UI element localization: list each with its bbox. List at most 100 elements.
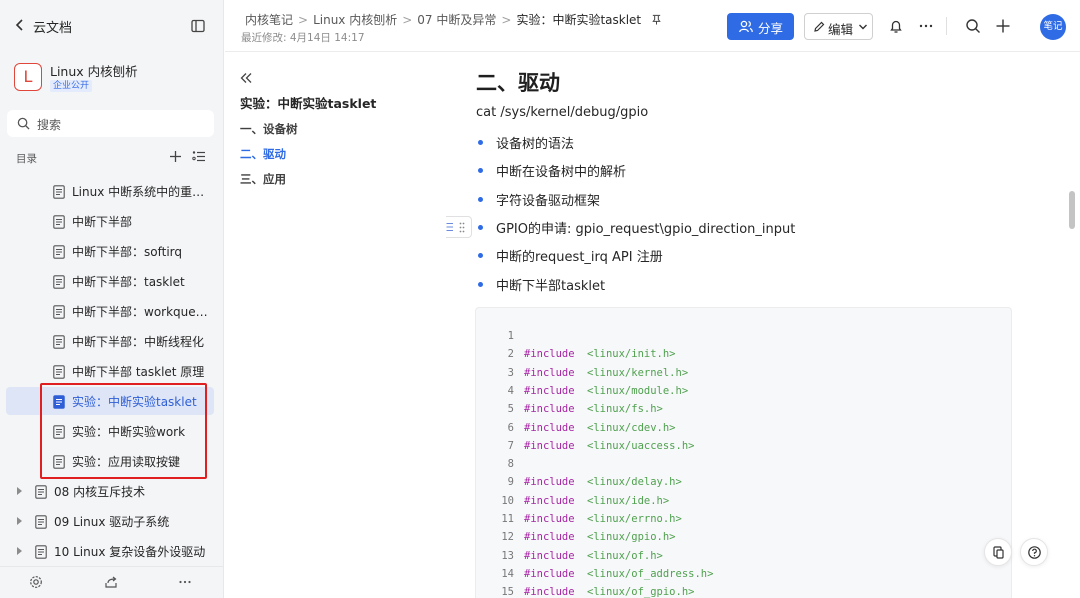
sidebar-header: 云文档 xyxy=(0,0,224,52)
code-include-path: <linux/fs.h> xyxy=(587,403,663,416)
sidebar-doc-label: 实验：应用读取按键 xyxy=(72,455,181,469)
copy-doc-button[interactable] xyxy=(984,538,1012,566)
search-input[interactable]: 搜索 xyxy=(7,110,214,137)
code-include-path: <linux/kernel.h> xyxy=(587,366,689,379)
chevron-down-icon xyxy=(859,24,867,30)
bullet-dot xyxy=(478,196,483,202)
add-doc-icon[interactable] xyxy=(169,150,182,163)
line-number: 12 xyxy=(501,531,514,544)
settings-icon[interactable] xyxy=(29,575,43,589)
outline-list-icon[interactable] xyxy=(192,150,206,163)
more-options-icon[interactable] xyxy=(918,18,934,34)
breadcrumb: 内核笔记 > Linux 内核刨析 >07 中断及异常 > 实验：中断实验tasklet xyxy=(245,11,662,28)
code-line: 13 #include <linux/of.h> xyxy=(476,550,1006,568)
breadcrumb-item[interactable]: Linux 内核刨析 xyxy=(313,13,397,27)
code-include-path: <linux/errno.h> xyxy=(587,513,682,525)
code-include-path: <linux/module.h> xyxy=(587,384,689,397)
pencil-icon xyxy=(814,21,825,32)
toc-label: 目录 xyxy=(16,153,37,165)
plus-icon[interactable] xyxy=(995,18,1011,34)
document-header: 内核笔记 > Linux 内核刨析 >07 中断及异常 > 实验：中断实验tasklet … xyxy=(225,0,1080,52)
line-number: 10 xyxy=(501,494,514,507)
expand-caret-icon[interactable] xyxy=(17,547,22,555)
outline-title[interactable]: 实验：中断实验tasklet xyxy=(240,93,376,112)
space-logo[interactable]: L xyxy=(14,63,42,91)
breadcrumb-item[interactable]: 07 中断及异常 xyxy=(417,13,496,27)
sidebar-doc-item[interactable]: 实验：应用读取按键 xyxy=(6,447,214,475)
block-handle[interactable] xyxy=(446,216,472,238)
document-copy-icon xyxy=(993,546,1004,559)
sidebar-doc-item[interactable]: 中断下半部：中断线程化 xyxy=(6,327,214,355)
code-keyword: #include xyxy=(524,421,575,434)
scrollbar-thumb[interactable] xyxy=(1069,191,1075,229)
bullet-dot xyxy=(478,281,483,287)
code-keyword: #include xyxy=(524,586,575,598)
code-line: 11 #include <linux/errno.h> xyxy=(476,513,1006,531)
line-number: 9 xyxy=(507,476,514,489)
line-number: 13 xyxy=(501,549,514,562)
expand-caret-icon[interactable] xyxy=(17,517,22,525)
sidebar-doc-item[interactable]: 实验：中断实验tasklet xyxy=(6,387,214,415)
line-number: 2 xyxy=(507,348,514,361)
drag-handle-icon[interactable] xyxy=(459,222,465,233)
cloud-docs-link[interactable]: 云文档 xyxy=(33,17,72,36)
code-include-path: <linux/of_address.h> xyxy=(587,567,714,580)
bullet-dot xyxy=(478,168,483,174)
code-line: 12 #include <linux/gpio.h> xyxy=(476,531,1006,549)
chevron-left-icon[interactable] xyxy=(12,17,28,33)
edit-button[interactable]: 编辑 xyxy=(804,13,873,40)
share-out-icon[interactable] xyxy=(104,575,118,589)
sidebar-doc-item[interactable]: 09 Linux 驱动子系统 xyxy=(6,507,214,535)
pin-icon[interactable] xyxy=(651,14,662,25)
code-include-path: <linux/uaccess.h> xyxy=(587,439,695,452)
sidebar-doc-item[interactable]: 中断下半部 xyxy=(6,207,214,235)
space-name[interactable]: Linux 内核刨析 xyxy=(50,61,138,80)
code-keyword: #include xyxy=(524,531,575,544)
bullet-text: 中断在设备树中的解析 xyxy=(496,165,627,181)
toolbar-divider xyxy=(946,17,947,35)
sidebar-doc-item[interactable]: 10 Linux 复杂设备外设驱动 xyxy=(6,537,214,565)
sidebar-doc-label: Linux 中断系统中的重要... xyxy=(72,185,210,199)
search-icon[interactable] xyxy=(965,18,981,34)
outline-item[interactable]: 一、设备树 xyxy=(240,121,298,137)
outline-item[interactable]: 二、驱动 xyxy=(240,146,286,162)
sidebar-doc-item[interactable]: 中断下半部：workqueue xyxy=(6,297,214,325)
bullet-text: 字符设备驱动框架 xyxy=(496,193,601,209)
more-icon[interactable] xyxy=(178,575,192,589)
sidebar-doc-item[interactable]: 中断下半部：tasklet xyxy=(6,267,214,295)
line-number: 8 xyxy=(507,458,514,471)
document-icon xyxy=(53,394,65,409)
sidebar-doc-label: 实验：中断实验tasklet xyxy=(72,395,197,409)
sidebar-doc-item[interactable]: 08 内核互斥技术 xyxy=(6,477,214,505)
sidebar-doc-label: 中断下半部 xyxy=(72,215,133,229)
sidebar-doc-item[interactable]: 中断下半部 tasklet 原理 xyxy=(6,357,214,385)
bell-icon[interactable] xyxy=(888,18,904,34)
sidebar-doc-item[interactable]: 中断下半部：softirq xyxy=(6,237,214,265)
breadcrumb-item[interactable]: 内核笔记 xyxy=(245,13,293,27)
double-chevron-left-icon[interactable] xyxy=(239,71,253,85)
paragraph: cat /sys/kernel/debug/gpio xyxy=(476,105,649,120)
list-format-icon xyxy=(446,223,453,231)
avatar[interactable]: 笔记 xyxy=(1040,14,1066,40)
bullet-dot xyxy=(478,140,483,145)
outline-item[interactable]: 三、应用 xyxy=(240,171,286,187)
sidebar-doc-item[interactable]: Linux 中断系统中的重要... xyxy=(6,177,214,205)
document-icon xyxy=(53,304,65,319)
document-icon xyxy=(35,544,47,559)
sidebar-doc-item[interactable]: 实验：中断实验work xyxy=(6,417,214,445)
code-include-path: <linux/init.h> xyxy=(587,348,676,361)
code-block[interactable]: 1 2 #include <linux/init.h> 3 #include <linux/… xyxy=(475,307,1012,598)
line-number: 4 xyxy=(507,384,514,397)
code-line: 10 #include <linux/ide.h> xyxy=(476,495,1006,513)
sidebar-toggle-icon[interactable] xyxy=(190,18,206,34)
code-keyword: #include xyxy=(524,567,575,580)
share-button[interactable]: 分享 xyxy=(727,13,794,40)
help-button[interactable] xyxy=(1020,538,1048,566)
breadcrumb-current[interactable]: 实验：中断实验tasklet xyxy=(516,13,641,27)
expand-caret-icon[interactable] xyxy=(17,487,22,495)
code-include-path: <linux/ide.h> xyxy=(587,494,670,507)
users-icon xyxy=(739,20,753,33)
code-keyword: #include xyxy=(524,348,575,361)
question-icon xyxy=(1028,546,1041,559)
document-icon xyxy=(53,424,65,439)
